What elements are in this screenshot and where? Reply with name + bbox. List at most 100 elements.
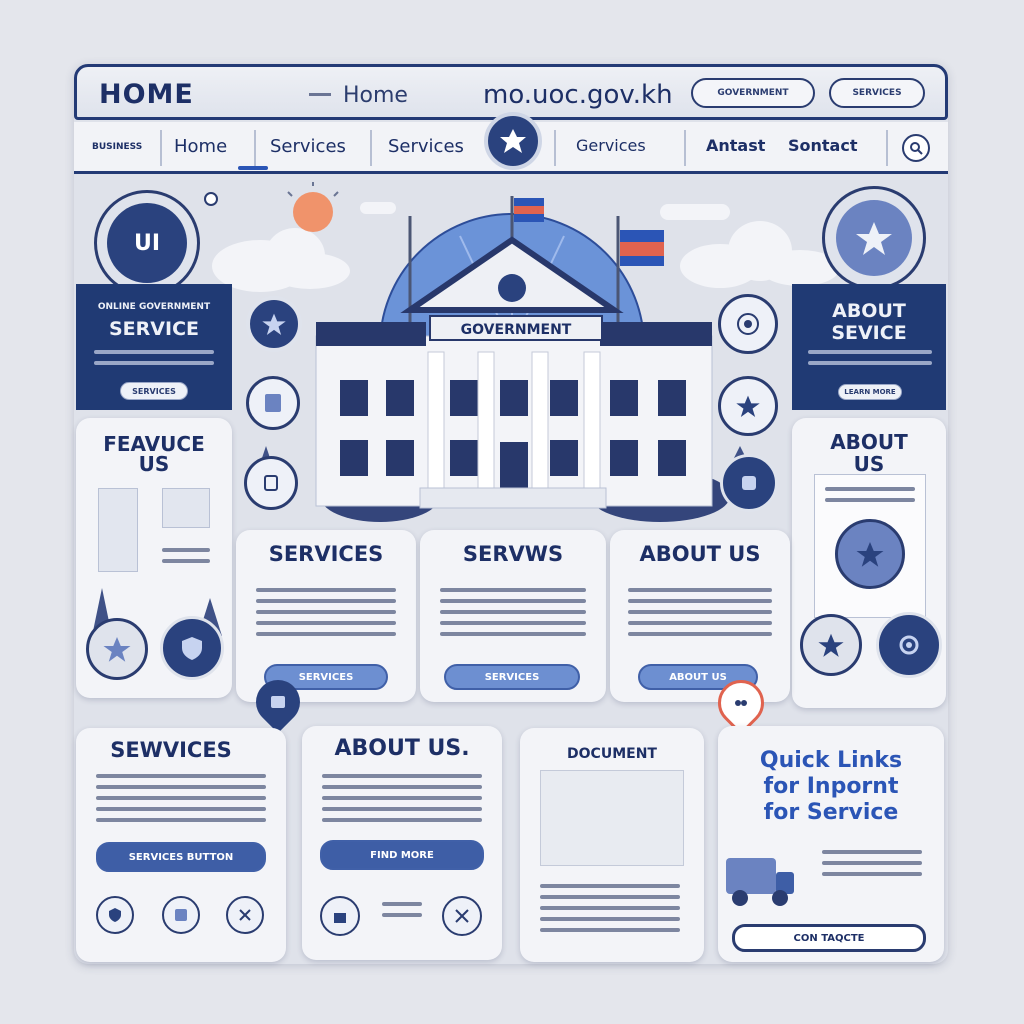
document-header: DOCUMENT	[567, 746, 657, 762]
bottom-card-caption	[382, 902, 422, 924]
contact-button[interactable]: CON TAQCTE	[732, 924, 926, 952]
truck-icon	[726, 858, 794, 906]
nav-item-sontact[interactable]: Sontact	[788, 136, 857, 155]
document-icon	[265, 394, 281, 412]
mid-card-services: SERVICES SERVICES	[236, 530, 416, 702]
nav-item-services-2[interactable]: Services	[388, 136, 464, 157]
left-panel-button[interactable]: SERVICES	[120, 382, 188, 400]
star-icon	[262, 313, 286, 336]
top-nav: BUSINESS Home Services Services Gervices…	[74, 112, 948, 174]
quick-title-1: Quick Links	[759, 748, 903, 773]
feature-us-panel: FEAVUCE US	[76, 418, 232, 698]
tools-icon	[239, 909, 251, 921]
feature-title-2: US	[138, 452, 170, 476]
bottom-card-document: DOCUMENT	[520, 728, 704, 962]
bottom-card-button[interactable]: FIND MORE	[320, 840, 484, 870]
gift-button[interactable]	[320, 896, 360, 936]
quick-title-2: for Inpornt	[763, 774, 899, 799]
target-icon	[737, 313, 759, 335]
star-icon	[103, 637, 131, 662]
right-panel-text	[808, 350, 932, 372]
header-pill-button-1[interactable]: GOVERNMENT	[691, 78, 815, 108]
bottom-card-quick-links: Quick Links for Inpornt for Service CON …	[718, 726, 944, 962]
image-button[interactable]	[162, 896, 200, 934]
breadcrumb[interactable]: Home	[343, 83, 408, 108]
star-icon	[736, 395, 760, 418]
star-icon-button[interactable]	[718, 376, 778, 436]
nav-divider	[554, 130, 556, 166]
mid-card-text	[440, 588, 586, 643]
left-panel-kicker: ONLINE GOVERNMENT	[97, 302, 211, 312]
image-icon	[271, 696, 285, 708]
bottom-card-text	[96, 774, 266, 829]
document-image-placeholder	[540, 770, 684, 866]
document-icon-button[interactable]	[246, 376, 300, 430]
brand-title[interactable]: HOME	[99, 79, 194, 110]
about-star-button[interactable]	[800, 614, 862, 676]
bottom-card-button[interactable]: SERVICES BUTTON	[96, 842, 266, 872]
dot-indicator	[204, 192, 218, 206]
doc-button[interactable]	[244, 456, 298, 510]
tools-button[interactable]	[442, 896, 482, 936]
about-settings-button[interactable]	[876, 612, 942, 678]
star-icon	[856, 542, 884, 567]
building-sign: GOVERNMENT	[460, 322, 572, 338]
mid-card-text	[256, 588, 396, 643]
file-icon	[264, 475, 278, 491]
search-icon	[910, 142, 923, 155]
bottom-card-title: ABOUT US.	[334, 736, 470, 761]
bottom-card-services: SEWVICES SERVICES BUTTON	[76, 728, 286, 962]
mid-card-about: ABOUT US ABOUT US	[610, 530, 790, 702]
brand-badge-label: UI	[107, 203, 187, 283]
right-panel-title-1: ABOUT	[832, 300, 906, 322]
mid-card-title: SERVICES	[268, 542, 384, 566]
about-panel-title-2: US	[853, 452, 885, 476]
feature-image-thumbnail	[162, 488, 210, 528]
nav-item-services[interactable]: Services	[270, 136, 346, 157]
shield-icon	[109, 908, 121, 922]
left-panel-title: SERVICE	[109, 318, 199, 340]
feature-doc-thumbnail	[98, 488, 138, 572]
bottom-card-title: SEWVICES	[110, 738, 232, 762]
nav-item-gervices[interactable]: Gervices	[576, 136, 646, 155]
nav-divider	[886, 130, 888, 166]
target-button[interactable]	[718, 294, 778, 354]
right-about-panel: ABOUT SEVICE LEARN MORE	[792, 284, 946, 410]
quick-title-3: for Service	[763, 800, 899, 825]
image-icon	[175, 909, 187, 921]
about-document-card	[814, 474, 926, 618]
nav-item-antast[interactable]: Antast	[706, 136, 765, 155]
star-icon	[856, 222, 892, 255]
feature-text	[162, 548, 210, 570]
emblem-icon	[500, 129, 526, 153]
mid-card-button[interactable]: SERVICES	[444, 664, 580, 690]
puzzle-button[interactable]	[720, 454, 778, 512]
brand-badge[interactable]: UI	[94, 190, 200, 296]
nav-divider	[370, 130, 372, 166]
gear-icon	[899, 635, 919, 655]
nav-item-home[interactable]: Home	[174, 136, 227, 157]
shield-button[interactable]	[96, 896, 134, 934]
shield-icon	[182, 637, 202, 660]
star-badge-inner	[836, 200, 912, 276]
header-pill-button-2[interactable]: SERVICES	[829, 78, 925, 108]
star-badge[interactable]	[822, 186, 926, 290]
emblem-nav-button[interactable]	[484, 112, 542, 170]
gift-icon	[334, 913, 346, 923]
bottom-card-about: ABOUT US. FIND MORE	[302, 726, 502, 960]
nav-divider	[684, 130, 686, 166]
feature-shield-button[interactable]	[160, 616, 224, 680]
nav-lead[interactable]: BUSINESS	[92, 142, 142, 152]
tools-button[interactable]	[226, 896, 264, 934]
quick-text	[822, 850, 922, 883]
about-emblem	[835, 519, 905, 589]
star-icon	[818, 633, 844, 657]
left-star-button[interactable]	[246, 296, 302, 352]
nav-divider	[254, 130, 256, 166]
right-panel-button[interactable]: LEARN MORE	[838, 384, 902, 400]
location-pin-icon	[735, 700, 747, 706]
search-button[interactable]	[902, 134, 930, 162]
about-panel-title-1: ABOUT	[830, 430, 908, 454]
mid-card-text	[628, 588, 772, 643]
feature-star-button[interactable]	[86, 618, 148, 680]
